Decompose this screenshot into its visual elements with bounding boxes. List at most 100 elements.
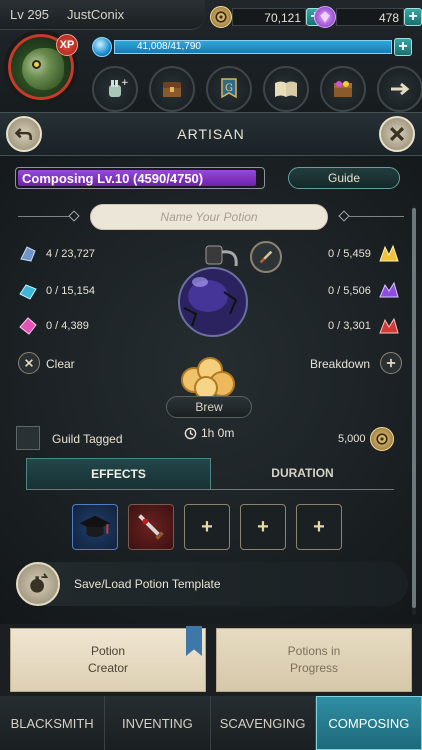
bloody-sword-icon — [138, 514, 164, 540]
tab-potions-in-progress[interactable]: Potions in Progress — [216, 628, 412, 692]
effect-slots: + + + — [72, 504, 342, 550]
lizard-portrait — [22, 48, 64, 90]
close-icon — [389, 126, 405, 142]
scroll-arrow-icon[interactable] — [377, 66, 422, 112]
breakdown-button[interactable] — [380, 352, 402, 374]
paint-brush-icon — [259, 250, 273, 264]
gem-chest-icon[interactable] — [320, 66, 366, 112]
effect-slot-empty[interactable]: + — [296, 504, 342, 550]
effect-slot-empty[interactable]: + — [184, 504, 230, 550]
nav-scavenging[interactable]: SCAVENGING — [210, 696, 316, 750]
gold-coin-icon — [210, 6, 232, 28]
crystal-purple-icon — [377, 279, 401, 303]
crystal-pink-icon — [16, 314, 40, 338]
template-label: Save/Load Potion Template — [74, 577, 221, 591]
tab-potion-creator[interactable]: Potion Creator — [10, 628, 206, 692]
divider-left — [18, 216, 74, 217]
potion-template-icon — [16, 562, 60, 606]
composing-level-label: Composing Lv.10 (4590/4750) — [22, 171, 204, 186]
scrollbar-thumb[interactable] — [412, 208, 416, 608]
treasure-chest-icon[interactable] — [149, 66, 195, 112]
ingredient-slot-right-3[interactable]: 0 / 3,301 — [328, 314, 401, 338]
ingredient-count: 4 / 23,727 — [46, 248, 95, 260]
nav-inventing[interactable]: INVENTING — [105, 696, 211, 750]
composing-level-bar: Composing Lv.10 (4590/4750) — [15, 167, 265, 189]
crystal-gold-icon — [377, 242, 401, 266]
lizard-eye — [32, 60, 41, 69]
artisan-header: ARTISAN — [0, 112, 422, 156]
guild-tagged-label: Guild Tagged — [52, 432, 123, 446]
potion-name-input[interactable]: Name Your Potion — [90, 204, 328, 230]
plus-icon — [386, 358, 396, 368]
ingredient-slot-left-3[interactable]: 0 / 4,389 — [16, 314, 89, 338]
svg-text:+: + — [121, 78, 129, 88]
plus-icon: + — [313, 515, 325, 538]
player-level: Lv 295 — [10, 7, 50, 22]
ingredient-slot-right-2[interactable]: 0 / 5,506 — [328, 279, 401, 303]
nav-composing[interactable]: COMPOSING — [315, 696, 422, 750]
tab-effects[interactable]: EFFECTS — [26, 458, 211, 489]
breakdown-label[interactable]: Breakdown — [310, 357, 370, 371]
open-book-icon[interactable] — [263, 66, 309, 112]
ingredient-count: 0 / 5,506 — [328, 285, 371, 297]
clear-label[interactable]: Clear — [46, 357, 75, 371]
back-arrow-icon — [14, 128, 32, 140]
close-button[interactable] — [379, 116, 415, 152]
tab-duration[interactable]: DURATION — [211, 458, 394, 489]
ingredient-slot-left-2[interactable]: 0 / 15,154 — [16, 279, 95, 303]
effect-slot-empty[interactable]: + — [240, 504, 286, 550]
add-energy-button[interactable]: + — [394, 38, 412, 56]
energy-bar: 41,008/41,790 + — [92, 37, 412, 57]
energy-value: 41,008/41,790 — [114, 40, 392, 54]
guild-tagged-checkbox[interactable] — [16, 426, 40, 450]
crystal-red-icon — [377, 314, 401, 338]
clear-button[interactable] — [18, 352, 40, 374]
guild-banner-icon[interactable]: G — [206, 66, 252, 112]
crystal-blue-icon — [16, 242, 40, 266]
back-button[interactable] — [6, 116, 42, 152]
gold-coin-icon — [369, 427, 394, 451]
effect-slot-graduation-cap[interactable] — [72, 504, 118, 550]
page-title: ARTISAN — [177, 126, 245, 142]
potion-template-row[interactable]: Save/Load Potion Template — [16, 562, 408, 606]
plus-icon: + — [201, 515, 213, 538]
crystal-cyan-icon — [16, 279, 40, 303]
potion-flask-icon — [178, 245, 248, 337]
potions-in-progress-label: Potions in Progress — [287, 644, 341, 675]
brew-cost-value: 5,000 — [338, 433, 366, 445]
ingredient-count: 0 / 15,154 — [46, 285, 95, 297]
player-info-bar: Lv 295 JustConix — [0, 0, 205, 30]
xp-badge[interactable]: XP — [56, 34, 78, 56]
gem-currency: 478 + — [314, 6, 422, 28]
player-name: JustConix — [67, 7, 125, 22]
gold-currency: 70,121 + — [210, 6, 324, 28]
effects-duration-tabs: EFFECTS DURATION — [26, 458, 394, 490]
gold-coins-icon — [181, 357, 235, 400]
add-gems-button[interactable]: + — [404, 8, 422, 26]
brew-button[interactable]: Brew — [166, 396, 252, 418]
graduation-cap-icon — [79, 515, 111, 537]
ingredient-count: 0 / 3,301 — [328, 320, 371, 332]
ingredient-count: 0 / 4,389 — [46, 320, 89, 332]
ingredient-slot-left-1[interactable]: 4 / 23,727 — [16, 242, 95, 266]
quick-nav: + G — [92, 66, 422, 112]
brew-time: 1h 0m — [201, 426, 235, 440]
ingredient-slot-right-1[interactable]: 0 / 5,459 — [328, 242, 401, 266]
close-icon — [25, 359, 33, 367]
divider-right — [348, 216, 404, 217]
gem-icon — [314, 6, 336, 28]
energy-orb-icon — [92, 37, 112, 57]
clock-icon — [184, 427, 197, 439]
boost-fist-icon[interactable]: + — [92, 66, 138, 112]
gem-value: 478 — [336, 8, 404, 26]
nav-blacksmith[interactable]: BLACKSMITH — [0, 696, 106, 750]
svg-text:G: G — [225, 83, 233, 94]
potion-creator-label: Potion Creator — [87, 644, 128, 675]
gold-value: 70,121 — [232, 8, 306, 26]
effect-slot-sword[interactable] — [128, 504, 174, 550]
guide-button[interactable]: Guide — [288, 167, 400, 189]
plus-icon: + — [257, 515, 269, 538]
ingredient-count: 0 / 5,459 — [328, 248, 371, 260]
brew-timer: 1h 0m — [184, 426, 234, 440]
brew-cost: 5,000 — [338, 427, 394, 451]
